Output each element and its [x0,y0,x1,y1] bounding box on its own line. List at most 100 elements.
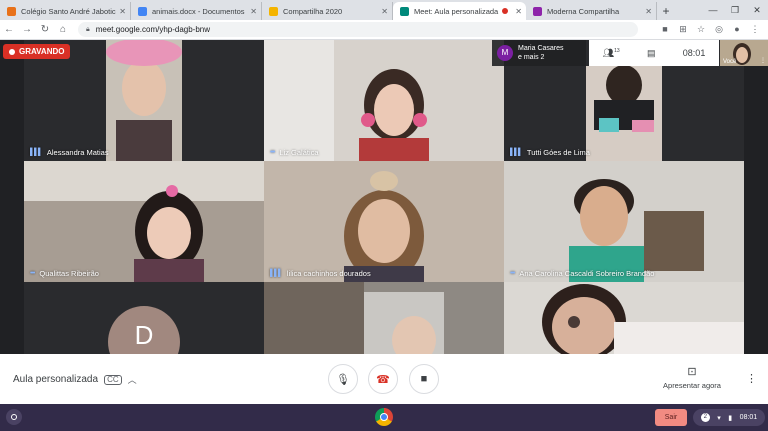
meeting-name: Aula personalizada [13,374,99,385]
chat-icon: ▤ [646,47,656,58]
url-text: meet.google.com/yhp-dagb-bnw [95,25,211,34]
microphone-button[interactable]: 🎙︎ [328,364,358,394]
close-tab-icon[interactable]: ✕ [381,7,388,16]
participant-name: ••• Liz Galática [270,148,319,157]
self-label: Você [723,59,737,65]
toolbar-icons: ■ ⊞ ☆ ◎ ● ⋮ [656,24,764,35]
recording-dot-icon [502,8,509,14]
minimize-icon[interactable]: — [702,5,724,15]
os-shelf: Sair 2 ▾ ▮ 08:01 [0,404,768,431]
menu-kebab-icon[interactable]: ⋮ [746,24,764,35]
audio-indicator-icon: ▌▌▌ [270,270,283,277]
close-tab-icon[interactable]: ✕ [250,7,257,16]
close-tab-icon[interactable]: ✕ [515,7,522,16]
tab-meet[interactable]: Meet: Aula personalizada ✕ [393,2,526,20]
participant-name: ••• Ana Carolina Cascaldi Sobreiro Brandã… [510,269,655,278]
audio-indicator-icon: ••• [30,270,35,277]
clock: 08:01 [739,414,758,421]
participant-count: 13 [614,47,620,54]
chrome-icon[interactable] [375,408,393,426]
camera-in-use-icon[interactable]: ■ [656,24,674,35]
participant-name: ▌▌▌ Alessandra Matias [30,148,109,157]
meeting-time: 08:01 [682,48,706,58]
video-tile[interactable]: ••• Qualittas Ribeirão [24,161,264,282]
tab-strip: Colégio Santo André Jaboticab ✕ animais.… [0,0,768,20]
participant-video [504,161,744,282]
docs-favicon-icon [138,6,147,16]
more-options-icon[interactable]: ⋮ [746,372,757,385]
chat-button[interactable]: ▤ [647,48,656,59]
participant-video [504,282,744,354]
other-participants-chip[interactable]: M Maria Casares e mais 2 [492,40,586,66]
tab-title: Compartilha 2020 [283,6,343,16]
end-call-icon: ☎︎ [376,373,390,386]
status-tray[interactable]: 2 ▾ ▮ 08:01 [693,409,765,426]
camera-button[interactable]: ■ [409,364,439,394]
sign-out-button[interactable]: Sair [655,409,687,426]
people-icon: 👥︎ [602,47,615,58]
home-icon[interactable]: ⌂ [54,24,72,35]
back-arrow-icon[interactable]: ← [0,24,18,35]
favicon-icon [269,6,278,16]
forward-arrow-icon[interactable]: → [18,24,36,35]
others-text: Maria Casares e mais 2 [518,45,564,61]
participant-video [264,282,504,354]
window-controls: — ❐ ✕ [702,0,768,20]
captions-icon[interactable]: CC [104,374,122,385]
tab-title: Moderna Compartilha [547,6,620,16]
tab-title: Meet: Aula personalizada [414,6,499,16]
tab-compartilha[interactable]: Compartilha 2020 ✕ [262,2,393,20]
close-tab-icon[interactable]: ✕ [119,7,126,16]
battery-icon: ▮ [728,414,733,422]
video-grid: GRAVANDO ▌▌▌ Alessandra Matias ••• Liz Gal… [0,40,768,354]
avatar-letter: D [134,320,154,350]
extension-icon[interactable]: ◎ [710,24,728,35]
close-tab-icon[interactable]: ✕ [645,7,652,16]
tab-title: animais.docx - Documentos Go [152,6,248,16]
launcher-icon[interactable] [6,409,22,425]
video-tile[interactable]: D [24,282,264,354]
lock-icon[interactable]: 🔒︎ [86,26,90,34]
recording-icon [9,48,15,55]
video-tile[interactable]: ••• Ana Carolina Cascaldi Sobreiro Brandã… [504,161,744,282]
audio-indicator-icon: ••• [510,270,515,277]
close-window-icon[interactable]: ✕ [746,5,768,16]
video-tile[interactable] [264,282,504,354]
wifi-icon: ▾ [717,414,721,422]
chevron-up-icon[interactable]: ︿ [128,373,137,386]
self-view[interactable]: Você ⋮ [720,40,768,66]
participant-video [264,161,504,282]
video-tile[interactable]: ••• Liz Galática [264,40,504,161]
participant-name: ▌▌▌ lilica cachinhos dourados [270,269,371,278]
participant-video [24,161,264,282]
recording-badge[interactable]: GRAVANDO [3,44,71,59]
meet-favicon-icon [400,6,409,16]
restore-icon[interactable]: ❐ [724,5,746,16]
profile-icon[interactable]: ● [728,24,746,35]
tab-colegio[interactable]: Colégio Santo André Jaboticab ✕ [0,2,131,20]
audio-indicator-icon: ▌▌▌ [510,149,523,156]
microphone-icon: 🎙︎ [336,373,350,386]
translate-icon[interactable]: ⊞ [674,24,692,35]
meeting-info-bar: 👥︎13 ▤ 08:01 [589,40,719,66]
video-tile[interactable]: ▌▌▌ lilica cachinhos dourados [264,161,504,282]
end-call-button[interactable]: ☎︎ [368,364,398,394]
more-options-icon[interactable]: ⋮ [760,57,766,64]
participant-name: ▌▌▌ Tutti Góes de Lima [510,148,590,157]
meeting-controls-bar: Aula personalizada CC ︿ 🎙︎ ☎︎ ■ ⊡ Aprese… [0,354,768,404]
browser-toolbar: ← → ↻ ⌂ 🔒︎ meet.google.com/yhp-dagb-bnw … [0,20,768,40]
meeting-details[interactable]: Aula personalizada CC ︿ [13,373,137,386]
address-bar[interactable]: 🔒︎ meet.google.com/yhp-dagb-bnw [78,22,638,37]
star-icon[interactable]: ☆ [692,24,710,35]
present-icon: ⊡ [687,366,697,378]
reload-icon[interactable]: ↻ [36,24,54,35]
participant-name: ••• Qualittas Ribeirão [30,269,99,278]
people-button[interactable]: 👥︎13 [603,48,620,59]
tab-animais[interactable]: animais.docx - Documentos Go ✕ [131,2,262,20]
tab-title: Colégio Santo André Jaboticab [21,6,117,16]
present-now-button[interactable]: ⊡ Apresentar agora [660,365,724,390]
camera-icon: ■ [420,373,428,385]
video-tile[interactable] [504,282,744,354]
new-tab-button[interactable]: + [657,2,675,20]
tab-moderna[interactable]: Moderna Compartilha ✕ [526,2,657,20]
